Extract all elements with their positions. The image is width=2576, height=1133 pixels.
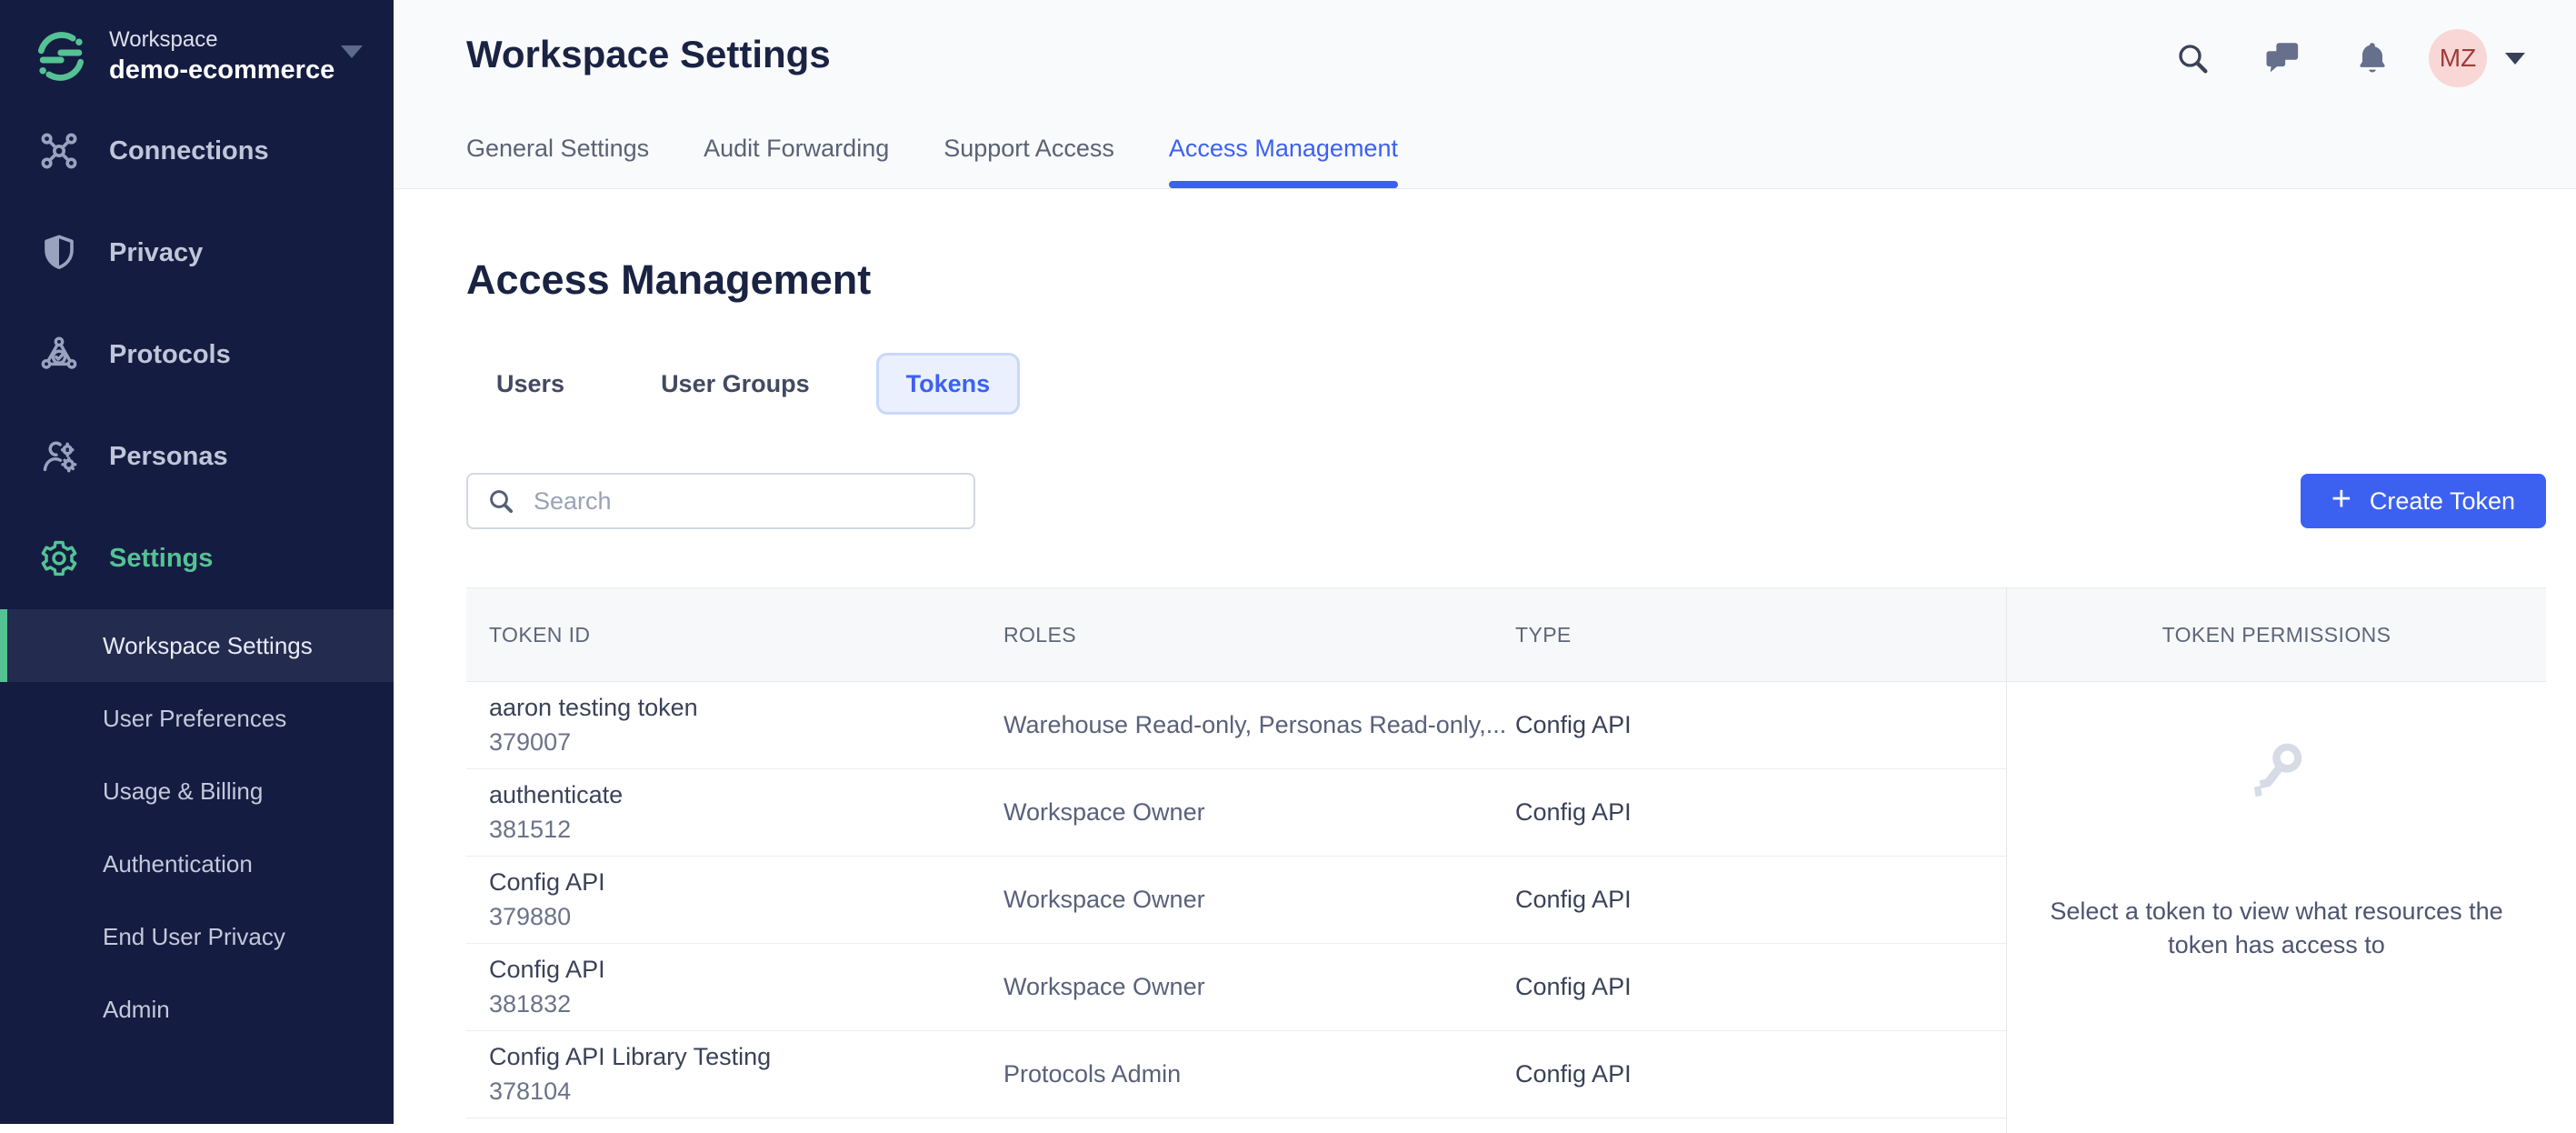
sidebar-item-personas[interactable]: Personas	[0, 406, 394, 507]
workspace-text: Workspace demo-ecommerce	[109, 26, 334, 87]
token-name: Config API Library Testing	[489, 1043, 772, 1070]
tab-access-management[interactable]: Access Management	[1168, 135, 1399, 188]
plus-icon: +	[2331, 480, 2351, 518]
token-roles: Workspace Owner	[1003, 798, 1205, 826]
panel-empty-text: Select a token to view what resources th…	[2050, 897, 2503, 958]
token-type: Config API	[1515, 711, 1632, 738]
personas-icon	[38, 436, 80, 477]
subnav-item-admin[interactable]: Admin	[0, 973, 394, 1046]
key-icon	[2253, 743, 2301, 797]
tokens-table-wrap: TOKEN ID ROLES TYPE aaron testing token …	[466, 587, 2546, 1133]
subnav-item-authentication[interactable]: Authentication	[0, 827, 394, 900]
token-roles: Protocols Admin	[1003, 1060, 1182, 1088]
sidebar-item-label: Privacy	[109, 237, 204, 267]
workspace-switcher[interactable]: Workspace demo-ecommerce	[0, 0, 394, 91]
token-name: authenticate	[489, 781, 624, 808]
chevron-down-icon[interactable]	[341, 45, 363, 58]
token-id: 379880	[489, 903, 572, 930]
access-tabs: Users User Groups Tokens	[466, 353, 2546, 415]
token-id: 378104	[489, 1078, 572, 1105]
settings-tabs: General Settings Audit Forwarding Suppor…	[466, 135, 1453, 188]
main-area: Workspace Settings MZ General Settings A…	[394, 0, 2576, 1133]
tab-user-groups[interactable]: User Groups	[631, 353, 840, 415]
settings-gear-icon	[38, 537, 80, 579]
protocols-icon	[38, 334, 80, 376]
create-token-label: Create Token	[2369, 486, 2515, 515]
table-row[interactable]: authenticate 381512 Workspace Owner Conf…	[466, 769, 2006, 857]
subnav-item-workspace-settings[interactable]: Workspace Settings	[0, 609, 394, 682]
privacy-shield-icon	[38, 232, 80, 274]
token-id: 381512	[489, 816, 572, 843]
subnav-item-usage-billing[interactable]: Usage & Billing	[0, 755, 394, 827]
tokens-table: TOKEN ID ROLES TYPE aaron testing token …	[466, 588, 2006, 1133]
chat-icon[interactable]	[2263, 39, 2301, 77]
header-actions: MZ	[2174, 29, 2525, 87]
search-icon	[486, 486, 515, 516]
tab-audit-forwarding[interactable]: Audit Forwarding	[704, 135, 889, 188]
token-roles: Workspace Owner	[1003, 886, 1205, 913]
sidebar-item-connections[interactable]: Connections	[0, 100, 394, 202]
tab-users[interactable]: Users	[466, 353, 594, 415]
settings-subnav: Workspace Settings User Preferences Usag…	[0, 609, 394, 1046]
sidebar-item-protocols[interactable]: Protocols	[0, 304, 394, 406]
search-box	[466, 473, 975, 529]
column-header-type: TYPE	[1515, 622, 1572, 647]
token-type: Config API	[1515, 1060, 1632, 1088]
column-header-roles: ROLES	[1003, 622, 1076, 647]
table-header-row: TOKEN ID ROLES TYPE	[466, 588, 2006, 682]
token-name: Config API	[489, 956, 605, 983]
search-icon[interactable]	[2174, 40, 2211, 76]
workspace-name: demo-ecommerce	[109, 55, 335, 85]
sidebar-item-label: Connections	[109, 135, 269, 165]
token-roles: Warehouse Read-only, Personas Read-only,…	[1003, 711, 1507, 738]
sidebar-item-label: Settings	[109, 543, 214, 573]
panel-header: TOKEN PERMISSIONS	[2007, 588, 2546, 682]
page-title: Workspace Settings	[466, 33, 831, 75]
token-name: aaron testing token	[489, 694, 698, 721]
sidebar-item-settings[interactable]: Settings	[0, 507, 394, 609]
tab-support-access[interactable]: Support Access	[944, 135, 1114, 188]
top-header: Workspace Settings MZ General Settings A…	[394, 0, 2576, 189]
column-header-token-id: TOKEN ID	[489, 622, 591, 647]
create-token-button[interactable]: + Create Token	[2300, 474, 2546, 528]
subnav-item-end-user-privacy[interactable]: End User Privacy	[0, 900, 394, 973]
search-input[interactable]	[532, 486, 955, 516]
token-type: Config API	[1515, 886, 1632, 913]
connections-icon	[38, 130, 80, 172]
token-id: 379007	[489, 728, 572, 756]
sidebar-nav: Connections Privacy Protocols Personas S…	[0, 100, 394, 609]
token-type: Config API	[1515, 798, 1632, 826]
token-name: Config API	[489, 868, 605, 896]
sidebar-item-privacy[interactable]: Privacy	[0, 202, 394, 304]
token-roles: Workspace Owner	[1003, 973, 1205, 1000]
tab-general-settings[interactable]: General Settings	[466, 135, 649, 188]
token-id: 381832	[489, 990, 572, 1018]
chevron-down-icon[interactable]	[2505, 52, 2525, 65]
avatar[interactable]: MZ	[2429, 29, 2487, 87]
table-row[interactable]: Config API 381832 Workspace Owner Config…	[466, 944, 2006, 1031]
bell-icon[interactable]	[2354, 40, 2391, 76]
section-title: Access Management	[466, 256, 872, 303]
table-row[interactable]: Config API Library Testing 378104 Protoc…	[466, 1031, 2006, 1118]
controls-row: + Create Token	[466, 473, 2546, 529]
table-row[interactable]: Config API 379880 Workspace Owner Config…	[466, 857, 2006, 944]
sidebar-item-label: Protocols	[109, 339, 231, 369]
panel-empty-state: Select a token to view what resources th…	[2007, 682, 2546, 1133]
segment-logo-icon	[33, 28, 89, 85]
table-row[interactable]: aaron testing token 379007 Warehouse Rea…	[466, 682, 2006, 769]
content-area: Access Management Users User Groups Toke…	[394, 189, 2576, 1133]
sidebar-item-label: Personas	[109, 441, 228, 471]
subnav-item-user-preferences[interactable]: User Preferences	[0, 682, 394, 755]
token-type: Config API	[1515, 973, 1632, 1000]
token-permissions-panel: TOKEN PERMISSIONS Select a token to view…	[2006, 588, 2546, 1133]
tab-tokens[interactable]: Tokens	[875, 353, 1021, 415]
sidebar: Workspace demo-ecommerce Connections Pri…	[0, 0, 394, 1124]
workspace-label: Workspace	[109, 26, 218, 52]
